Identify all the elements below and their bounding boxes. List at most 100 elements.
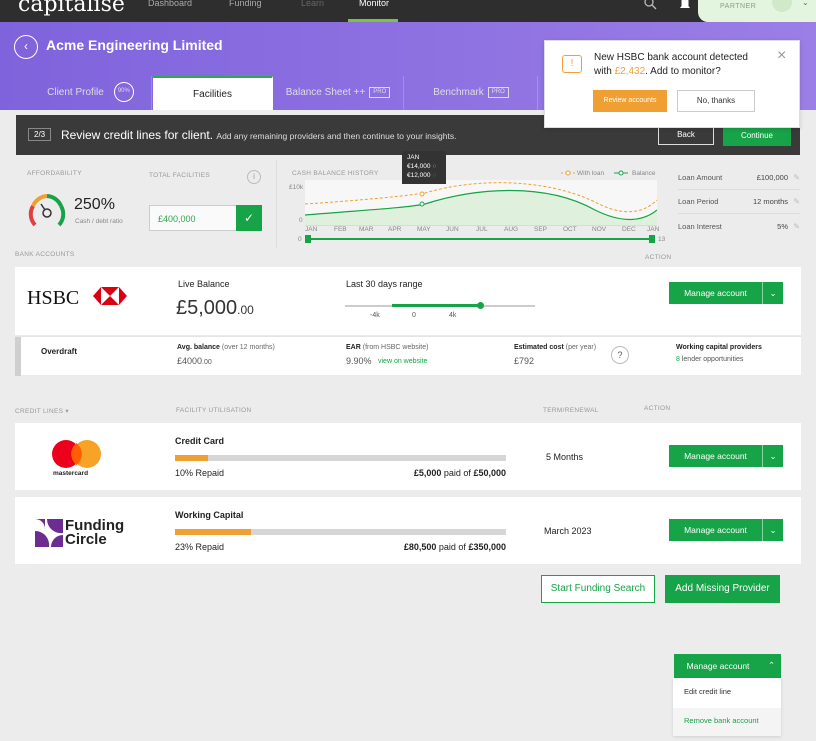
total-value: £350,000	[468, 542, 506, 552]
add-missing-provider-button[interactable]: Add Missing Provider	[665, 575, 780, 603]
chevron-down-icon: ⌄	[762, 282, 783, 304]
cash-balance-chart	[305, 180, 657, 226]
hsbc-hexagon-icon	[93, 287, 127, 305]
chart-tooltip: JAN €14,000 ○ €12,000 ○	[402, 151, 446, 184]
estimated-cost-value: £792	[514, 356, 535, 366]
continue-button[interactable]: Continue	[723, 125, 791, 146]
manage-account-dropdown-button[interactable]: Manage account ⌃	[674, 654, 781, 678]
close-icon[interactable]: ×	[777, 47, 786, 65]
wcp-text: lender opportunities	[681, 356, 744, 363]
loan-label: Loan Amount	[678, 173, 723, 182]
repaid-label: 10% Repaid	[175, 468, 225, 478]
avg-decimals: .00	[202, 359, 212, 366]
bell-icon[interactable]	[678, 0, 692, 10]
loan-value: 12 months	[752, 197, 788, 206]
affordability-label: AFFORDABILITY	[27, 170, 82, 177]
total-facilities-input[interactable]: £400,000	[149, 205, 237, 231]
notification-line1: New HSBC bank account detected	[594, 52, 748, 63]
search-icon[interactable]	[644, 0, 658, 10]
manage-account-menu: Edit credit line Remove bank account	[673, 678, 781, 736]
manage-account-button[interactable]: Manage account ⌄	[669, 282, 783, 304]
info-icon[interactable]: i	[247, 170, 261, 184]
range-end-label: 13	[658, 236, 666, 243]
credit-lines-header[interactable]: CREDIT LINES ▾	[15, 407, 69, 415]
cost-note: (per year)	[565, 344, 597, 351]
edit-credit-line-item[interactable]: Edit credit line	[684, 687, 731, 696]
range-handle-start[interactable]	[305, 235, 311, 243]
avg-balance-value: £4000.00	[177, 356, 212, 366]
utilisation-fill	[175, 529, 252, 535]
edit-pencil-icon: ✎	[793, 173, 800, 182]
tab-client-profile[interactable]: Client Profile 90%	[30, 76, 152, 110]
month-label: DEC	[622, 226, 636, 233]
tab-label: Client Profile	[47, 87, 104, 98]
paid-of: paid of	[443, 468, 471, 478]
confirm-check-icon[interactable]: ✓	[236, 205, 262, 231]
wordmark-line2: Circle	[65, 531, 107, 548]
top-nav-bar: capitalise Dashboard Funding Learn Monit…	[0, 0, 816, 22]
notification-message: New HSBC bank account detected with £2,4…	[594, 51, 764, 79]
estimated-cost-label: Estimated cost (per year)	[514, 344, 596, 351]
review-accounts-button[interactable]: Review accounts	[593, 90, 667, 112]
ear-value: 9.90%	[346, 356, 372, 366]
partner-badge[interactable]: PARTNER ⌄	[698, 0, 816, 22]
manage-account-button[interactable]: Manage account ⌄	[669, 445, 783, 467]
month-label: MAY	[417, 226, 431, 233]
credit-line-row: mastercard Credit Card 10% Repaid £5,000…	[15, 423, 801, 490]
nav-learn[interactable]: Learn	[301, 0, 324, 8]
bank-accounts-header: BANK ACCOUNTS	[15, 251, 75, 258]
hsbc-logo: HSBC	[27, 287, 80, 309]
remove-bank-account-item[interactable]: Remove bank account	[684, 716, 759, 725]
start-funding-search-button[interactable]: Start Funding Search	[541, 575, 655, 603]
view-on-website-link[interactable]: view on website	[378, 358, 427, 365]
month-label: NOV	[592, 226, 607, 233]
utilisation-bar	[175, 529, 506, 535]
back-button[interactable]: Back	[658, 125, 714, 145]
month-label: JAN	[305, 226, 318, 233]
chevron-down-icon[interactable]: ⌄	[802, 0, 809, 7]
manage-account-button[interactable]: Manage account ⌄	[669, 519, 783, 541]
chevron-down-icon: ⌄	[762, 519, 783, 541]
loan-interest-row[interactable]: Loan Interest 5% ✎	[678, 222, 800, 246]
nav-funding[interactable]: Funding	[229, 0, 262, 8]
divider	[276, 160, 277, 248]
avatar[interactable]	[772, 0, 792, 12]
tab-label: Benchmark	[433, 87, 484, 98]
loan-value: £100,000	[756, 173, 788, 182]
nav-monitor[interactable]: Monitor	[359, 0, 389, 8]
help-icon[interactable]: ?	[611, 346, 629, 364]
overdraft-label: Overdraft	[41, 347, 78, 356]
nav-dashboard[interactable]: Dashboard	[148, 0, 192, 8]
balance-legend-icon	[614, 170, 628, 176]
banner-heading: Review credit lines for client.	[61, 128, 214, 142]
mastercard-logo	[52, 440, 101, 468]
total-value: £50,000	[473, 468, 506, 478]
month-label: APR	[388, 226, 402, 233]
tab-benchmark[interactable]: Benchmark PRO	[405, 76, 538, 110]
utilisation-fill	[175, 455, 209, 461]
tab-facilities[interactable]: Facilities	[153, 76, 273, 110]
funding-circle-logo-icon	[35, 519, 63, 547]
chevron-up-icon: ⌃	[767, 660, 776, 670]
cash-history-label: CASH BALANCE HISTORY	[292, 170, 379, 177]
company-name: Acme Engineering Limited	[46, 37, 223, 53]
tab-balance-sheet[interactable]: Balance Sheet ++ PRO	[273, 76, 404, 110]
y-axis-bottom: 0	[299, 217, 303, 224]
back-arrow-icon[interactable]: ‹	[14, 35, 38, 59]
live-balance-value: £5,000.00	[176, 297, 254, 320]
term-value: 5 Months	[546, 452, 584, 462]
range-label: Last 30 days range	[346, 279, 423, 289]
range-slider-track[interactable]	[305, 238, 655, 240]
repaid-label: 23% Repaid	[175, 542, 225, 552]
no-thanks-button[interactable]: No, thanks	[677, 90, 755, 112]
loan-value: 5%	[777, 222, 788, 231]
manage-label: Manage account	[684, 525, 747, 535]
tab-label: Balance Sheet ++	[285, 87, 366, 98]
wcp-value[interactable]: 8 lender opportunities	[676, 356, 743, 363]
loan-period-row[interactable]: Loan Period 12 months ✎	[678, 197, 800, 221]
paid-amount: £5,000 paid of £50,000	[401, 468, 506, 478]
loan-amount-row[interactable]: Loan Amount £100,000 ✎	[678, 173, 800, 197]
range-handle-end[interactable]	[649, 235, 655, 243]
divider	[678, 189, 800, 190]
capitalise-logo[interactable]: capitalise	[18, 0, 125, 17]
